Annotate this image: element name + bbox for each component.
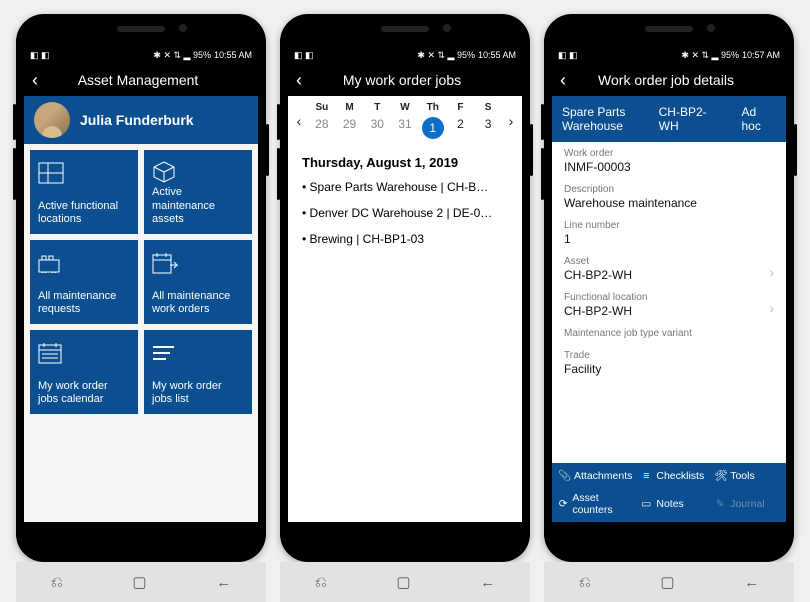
tools-icon: 🛠	[714, 469, 726, 482]
workorder-icon	[152, 248, 244, 278]
page-title: Work order job details	[554, 72, 778, 88]
field-functional-location[interactable]: Functional locationCH-BP2-WH	[564, 292, 774, 318]
request-icon	[38, 248, 130, 278]
calendar-day-Th[interactable]: Th1	[419, 102, 447, 139]
checklists-icon: ≡	[640, 470, 652, 482]
status-bar: ◧ ◧ ✱ ✕ ⇅ ▂ 95% 10:57 AM	[552, 46, 786, 64]
location-icon	[38, 158, 130, 188]
page-title: Asset Management	[26, 72, 250, 88]
cube-icon	[152, 158, 244, 186]
job-list: • Spare Parts Warehouse | CH-B…• Denver …	[288, 174, 522, 252]
recents-button[interactable]: ⎌	[315, 574, 327, 591]
tile-active-functional-locations[interactable]: Active functional locations	[30, 150, 138, 234]
android-navbar: ⎌ ▢ ←	[16, 562, 266, 602]
asset counters-icon: ⟳	[558, 498, 568, 510]
recents-button[interactable]: ⎌	[579, 574, 591, 591]
avatar	[34, 102, 70, 138]
android-navbar: ⎌ ▢ ←	[544, 562, 794, 602]
tile-label: All maintenance work orders	[152, 290, 244, 316]
calendar-day-S[interactable]: S3	[474, 102, 502, 139]
status-bar: ◧ ◧ ✱ ✕ ⇅ ▂ 95% 10:55 AM	[24, 46, 258, 64]
action-label: Tools	[730, 470, 755, 482]
field-maintenance-job-type-variant: Maintenance job type variant	[564, 328, 774, 340]
phone-my-work-order-jobs: ◧ ◧ ✱ ✕ ⇅ ▂ 95% 10:55 AM ‹ My work order…	[280, 14, 530, 562]
back-button[interactable]: ←	[480, 574, 495, 591]
titlebar: ‹ Asset Management	[24, 64, 258, 96]
status-time: 10:55 AM	[214, 50, 252, 60]
action-journal[interactable]: ✎ Journal	[710, 490, 784, 518]
field-line-number: Line number1	[564, 220, 774, 246]
tile-all-maintenance-requests[interactable]: All maintenance requests	[30, 240, 138, 324]
back-button[interactable]: ←	[216, 574, 231, 591]
tile-grid: Active functional locations Active maint…	[24, 144, 258, 522]
tile-active-maintenance-assets[interactable]: Active maintenance assets	[144, 150, 252, 234]
attachments-icon: 📎	[558, 469, 570, 482]
action-label: Notes	[656, 498, 683, 510]
field-trade: TradeFacility	[564, 350, 774, 376]
detail-header-tabs: Spare Parts Warehouse CH-BP2-WH Ad hoc	[552, 96, 786, 142]
list-icon	[152, 338, 244, 368]
titlebar: ‹ My work order jobs	[288, 64, 522, 96]
page-title: My work order jobs	[290, 72, 514, 88]
action-label: Checklists	[656, 470, 704, 482]
next-week-button[interactable]: ›	[502, 113, 520, 129]
tile-all-maintenance-work-orders[interactable]: All maintenance work orders	[144, 240, 252, 324]
recents-button[interactable]: ⎌	[51, 574, 63, 591]
job-item[interactable]: • Spare Parts Warehouse | CH-B…	[302, 174, 508, 200]
calendar-day-M[interactable]: M29	[336, 102, 364, 139]
notes-icon: ▭	[640, 498, 652, 510]
detail-fields: Work orderINMF-00003 DescriptionWarehouse…	[552, 142, 786, 463]
phone-asset-management: ◧ ◧ ✱ ✕ ⇅ ▂ 95% 10:55 AM ‹ Asset Managem…	[16, 14, 266, 562]
field-asset[interactable]: AssetCH-BP2-WH	[564, 256, 774, 282]
action-label: Asset counters	[572, 492, 632, 516]
action-attachments[interactable]: 📎 Attachments	[554, 467, 636, 484]
android-navbar: ⎌ ▢ ←	[280, 562, 530, 602]
action-tools[interactable]: 🛠 Tools	[710, 467, 784, 484]
tile-label: Active functional locations	[38, 200, 130, 226]
status-bar: ◧ ◧ ✱ ✕ ⇅ ▂ 95% 10:55 AM	[288, 46, 522, 64]
job-item[interactable]: • Denver DC Warehouse 2 | DE-0…	[302, 200, 508, 226]
calendar-day-F[interactable]: F2	[447, 102, 475, 139]
job-item[interactable]: • Brewing | CH-BP1-03	[302, 226, 508, 252]
status-left-icons: ◧ ◧	[30, 50, 50, 61]
selected-date-heading: Thursday, August 1, 2019	[288, 145, 522, 174]
prev-week-button[interactable]: ‹	[290, 113, 308, 129]
field-work-order: Work orderINMF-00003	[564, 148, 774, 174]
user-name: Julia Funderburk	[80, 112, 194, 128]
tile-label: My work order jobs list	[152, 380, 244, 406]
calendar-day-Su[interactable]: Su28	[308, 102, 336, 139]
bottom-action-bar: 📎 Attachments ≡ Checklists 🛠 Tools ⟳ Asset coun…	[552, 463, 786, 522]
calendar-week-strip: ‹ Su28M29T30W31Th1F2S3 ›	[288, 96, 522, 145]
action-label: Attachments	[574, 470, 632, 482]
header-col-asset[interactable]: Spare Parts Warehouse	[552, 105, 649, 134]
status-right-icons: ✱ ✕ ⇅ ▂ 95%	[153, 50, 211, 61]
back-button[interactable]: ←	[744, 574, 759, 591]
phone-work-order-job-details: ◧ ◧ ✱ ✕ ⇅ ▂ 95% 10:57 AM ‹ Work order jo…	[544, 14, 794, 562]
action-checklists[interactable]: ≡ Checklists	[636, 467, 710, 484]
action-asset-counters[interactable]: ⟳ Asset counters	[554, 490, 636, 518]
calendar-icon	[38, 338, 130, 368]
field-description: DescriptionWarehouse maintenance	[564, 184, 774, 210]
calendar-day-T[interactable]: T30	[363, 102, 391, 139]
tile-my-work-order-jobs-calendar[interactable]: My work order jobs calendar	[30, 330, 138, 414]
journal-icon: ✎	[714, 498, 726, 510]
tile-label: Active maintenance assets	[152, 186, 244, 226]
header-col-code[interactable]: CH-BP2-WH	[649, 105, 732, 133]
tile-label: My work order jobs calendar	[38, 380, 130, 406]
status-time: 10:57 AM	[742, 50, 780, 60]
tile-my-work-order-jobs-list[interactable]: My work order jobs list	[144, 330, 252, 414]
action-label: Journal	[730, 498, 764, 510]
user-banner[interactable]: Julia Funderburk	[24, 96, 258, 144]
status-time: 10:55 AM	[478, 50, 516, 60]
header-col-type[interactable]: Ad hoc	[731, 105, 786, 133]
action-notes[interactable]: ▭ Notes	[636, 490, 710, 518]
titlebar: ‹ Work order job details	[552, 64, 786, 96]
tile-label: All maintenance requests	[38, 290, 130, 316]
calendar-day-W[interactable]: W31	[391, 102, 419, 139]
